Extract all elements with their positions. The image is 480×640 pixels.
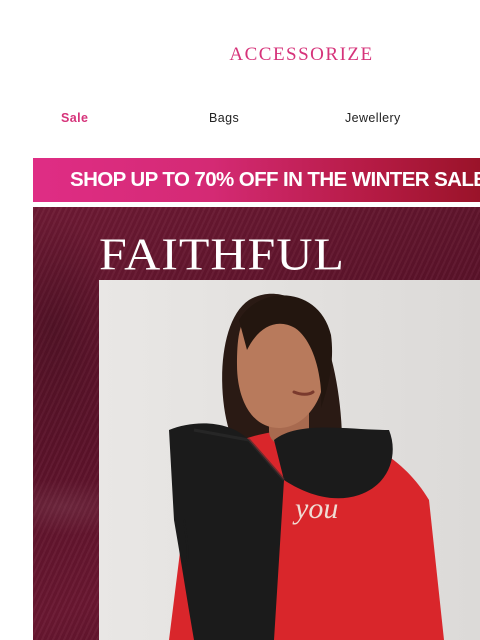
promo-banner-text: SHOP UP TO 70% OFF IN THE WINTER SALE [70,168,480,191]
hero-banner[interactable]: FAITHFUL you [33,207,480,640]
nav-item-jewellery[interactable]: Jewellery [345,111,401,125]
hero-product-photo[interactable]: you [99,280,480,640]
sweater-lettering: you [292,492,338,525]
nav-item-sale[interactable]: Sale [61,111,88,125]
main-nav: Sale Bags Jewellery [0,111,480,127]
promo-banner[interactable]: SHOP UP TO 70% OFF IN THE WINTER SALE [33,158,480,202]
nav-item-bags[interactable]: Bags [209,111,239,125]
model-wearing-scarf-illustration: you [169,293,444,640]
brand-logo[interactable]: ACCESSORIZE [0,44,480,66]
hero-title: FAITHFUL [99,227,345,280]
